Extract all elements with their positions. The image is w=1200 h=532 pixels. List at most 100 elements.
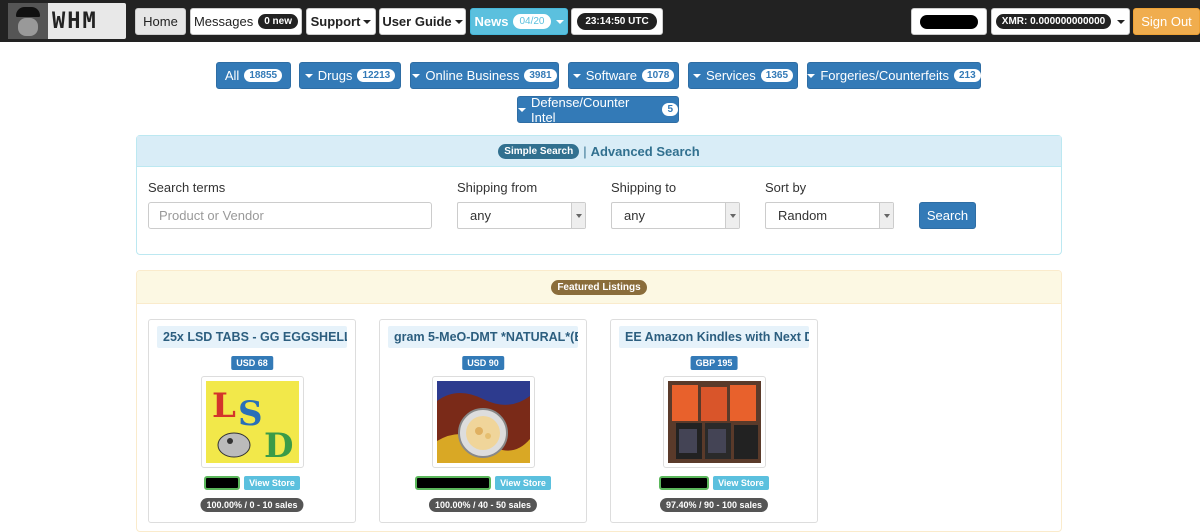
category-label: Services [705, 68, 756, 83]
listing-price-badge: USD 68 [231, 356, 273, 370]
category-label: Software [585, 68, 638, 83]
username-button[interactable] [911, 8, 987, 35]
search-tab-separator: | [583, 143, 587, 159]
category-online-business-button[interactable]: Online Business 3981 [410, 62, 559, 89]
view-store-button[interactable]: View Store [495, 476, 551, 490]
category-count-badge: 5 [662, 103, 678, 116]
top-navbar: WHM Home Messages 0 new Support User Gui… [0, 0, 1200, 42]
category-count-badge: 213 [953, 69, 981, 82]
shipping-to-value: any [624, 208, 645, 223]
nav-support-label: Support [310, 14, 361, 29]
server-clock: 23:14:50 UTC [571, 8, 663, 35]
vendor-rating-badge: 100.00% / 40 - 50 sales [428, 498, 538, 512]
shipping-from-value: any [470, 208, 491, 223]
nav-home-button[interactable]: Home [135, 8, 186, 35]
vendor-name-redacted[interactable] [415, 476, 492, 490]
vendor-row: View Store [611, 476, 817, 490]
sort-by-value: Random [778, 208, 828, 223]
chevron-down-icon [304, 73, 313, 78]
svg-text:S: S [238, 394, 263, 434]
category-label: Defense/Counter Intel [531, 94, 630, 125]
listing-image[interactable] [663, 376, 766, 468]
listing-price-badge: USD 90 [462, 356, 504, 370]
category-count-badge: 1365 [760, 69, 794, 82]
category-services-button[interactable]: Services 1365 [688, 62, 798, 89]
vendor-name-redacted[interactable] [659, 476, 710, 490]
chevron-down-icon [572, 73, 581, 78]
category-count-badge: 18855 [244, 69, 283, 82]
search-panel-header: Simple Search | Advanced Search [137, 136, 1061, 167]
nav-messages-button[interactable]: Messages 0 new [190, 8, 302, 35]
featured-listings-title: Featured Listings [551, 279, 647, 295]
vendor-row: View Store [149, 476, 355, 490]
site-logo[interactable]: WHM [8, 3, 126, 39]
search-input[interactable]: Product or Vendor [148, 202, 432, 229]
vendor-name-redacted[interactable] [204, 476, 241, 490]
listing-card: EE Amazon Kindles with Next Day D GBP 19… [610, 319, 818, 523]
category-count-badge: 3981 [524, 69, 557, 82]
listing-title-link[interactable]: gram 5-MeO-DMT *NATURAL*(Bufo [388, 326, 578, 348]
category-label: Online Business [425, 68, 520, 83]
shipping-to-label: Shipping to [611, 180, 677, 195]
sort-by-label: Sort by [765, 180, 807, 195]
messages-count-badge: 0 new [258, 14, 299, 29]
chevron-down-icon [454, 19, 463, 24]
vendor-rating-badge: 100.00% / 0 - 10 sales [200, 498, 304, 512]
featured-listings-header: Featured Listings [137, 271, 1061, 304]
logo-text: WHM [52, 8, 98, 34]
shipping-from-select[interactable]: any [457, 202, 586, 229]
listing-image[interactable]: L S D [201, 376, 304, 468]
category-count-badge: 12213 [357, 69, 396, 82]
category-label: Forgeries/Counterfeits [820, 68, 949, 83]
chevron-down-icon [363, 19, 372, 24]
category-label: All [224, 68, 240, 83]
nav-home-label: Home [143, 14, 178, 29]
view-store-button[interactable]: View Store [713, 476, 769, 490]
nav-news-label: News [474, 14, 509, 29]
sort-by-select[interactable]: Random [765, 202, 894, 229]
logo-face-icon [8, 3, 48, 39]
nav-support-dropdown[interactable]: Support [306, 8, 376, 35]
lsd-artwork-image: L S D [206, 381, 299, 466]
xmr-balance-label: XMR: 0.000000000000 [995, 14, 1112, 29]
vendor-rating-badge: 97.40% / 90 - 100 sales [659, 498, 769, 512]
nav-user-guide-dropdown[interactable]: User Guide [379, 8, 466, 35]
view-store-button[interactable]: View Store [244, 476, 300, 490]
simple-search-tab[interactable]: Simple Search [498, 143, 580, 159]
nav-news-dropdown[interactable]: News 04/20 [470, 8, 568, 35]
listing-title-link[interactable]: EE Amazon Kindles with Next Day D [619, 326, 809, 348]
category-all-button[interactable]: All 18855 [216, 62, 291, 89]
category-software-button[interactable]: Software 1078 [568, 62, 679, 89]
svg-text:D: D [264, 426, 293, 463]
search-button[interactable]: Search [919, 202, 976, 229]
chevron-down-icon [412, 73, 421, 78]
sign-out-button[interactable]: Sign Out [1133, 8, 1200, 35]
news-count-badge: 04/20 [513, 14, 551, 29]
kindle-boxes-image [668, 381, 761, 463]
listing-price-badge: GBP 195 [690, 356, 738, 370]
shipping-to-select[interactable]: any [611, 202, 740, 229]
category-defense-button[interactable]: Defense/Counter Intel 5 [517, 94, 679, 125]
listing-image[interactable] [432, 376, 535, 468]
listing-card: 25x LSD TABS - GG EGGSHELL X USD 68 L S … [148, 319, 356, 523]
xmr-balance-dropdown[interactable]: XMR: 0.000000000000 [991, 8, 1130, 35]
username-redacted [920, 14, 978, 29]
search-button-label: Search [926, 208, 969, 223]
shipping-from-label: Shipping from [457, 180, 538, 195]
nav-user-guide-label: User Guide [382, 14, 452, 29]
category-forgeries-button[interactable]: Forgeries/Counterfeits 213 [807, 62, 981, 89]
vendor-row: View Store [380, 476, 586, 490]
select-arrow-icon [725, 203, 739, 228]
nav-messages-label: Messages [193, 14, 254, 29]
listing-title-link[interactable]: 25x LSD TABS - GG EGGSHELL X [157, 326, 347, 348]
server-clock-label: 23:14:50 UTC [577, 13, 657, 30]
category-label: Drugs [317, 68, 353, 83]
chevron-down-icon [692, 73, 701, 78]
chevron-down-icon [518, 107, 526, 112]
advanced-search-link[interactable]: Advanced Search [591, 144, 700, 159]
listing-title: EE Amazon Kindles with Next Day D [625, 330, 809, 344]
category-drugs-button[interactable]: Drugs 12213 [299, 62, 401, 89]
listing-card: gram 5-MeO-DMT *NATURAL*(Bufo USD 90 Vie… [379, 319, 587, 523]
svg-text:L: L [212, 386, 236, 426]
search-terms-label: Search terms [148, 180, 226, 195]
